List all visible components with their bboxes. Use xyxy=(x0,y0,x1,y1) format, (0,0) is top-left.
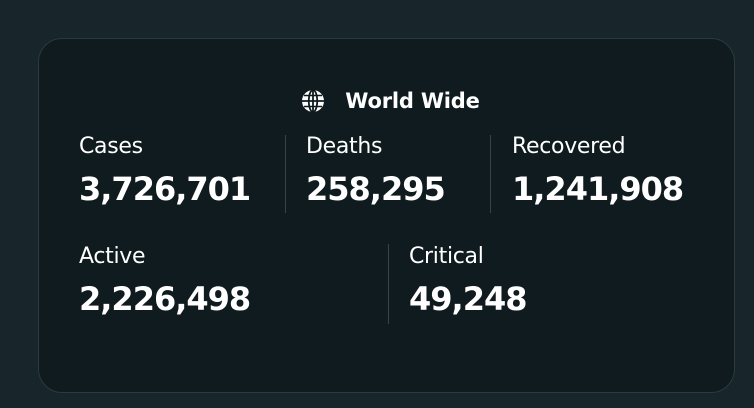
stat-cases-value: 3,726,701 xyxy=(79,170,251,208)
card-header: World Wide xyxy=(39,86,734,116)
divider-deaths-recovered xyxy=(490,135,491,213)
stat-recovered: Recovered 1,241,908 xyxy=(512,134,684,208)
stat-cases: Cases 3,726,701 xyxy=(79,134,251,208)
stat-active-label: Active xyxy=(79,244,146,269)
stat-cases-label: Cases xyxy=(79,134,143,159)
world-wide-stats-card: World Wide Cases 3,726,701 Deaths 258,29… xyxy=(38,38,735,393)
stat-active-value: 2,226,498 xyxy=(79,280,251,318)
stat-deaths-value: 258,295 xyxy=(306,170,446,208)
stat-deaths-label: Deaths xyxy=(306,134,383,159)
stat-critical-label: Critical xyxy=(409,244,484,269)
card-title: World Wide xyxy=(345,89,480,113)
divider-active-critical xyxy=(388,244,389,324)
divider-cases-deaths xyxy=(285,135,286,213)
stat-critical-value: 49,248 xyxy=(409,280,527,318)
globe-icon xyxy=(302,89,325,113)
stat-recovered-label: Recovered xyxy=(512,134,626,159)
stat-recovered-value: 1,241,908 xyxy=(512,170,684,208)
stat-critical: Critical 49,248 xyxy=(409,244,527,318)
stat-deaths: Deaths 258,295 xyxy=(306,134,446,208)
stat-active: Active 2,226,498 xyxy=(79,244,251,318)
